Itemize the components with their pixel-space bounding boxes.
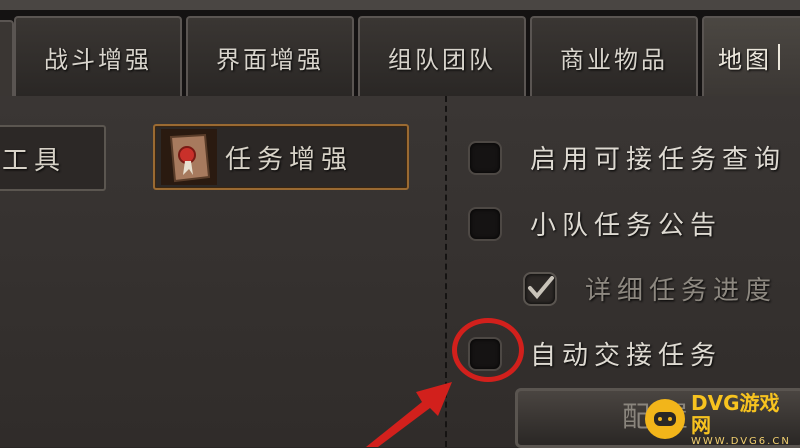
watermark-url: WWW.DVG6.CN (691, 435, 791, 447)
option-party-announce[interactable]: 小队任务公告 (468, 205, 722, 242)
checkmark-icon (528, 275, 554, 299)
detailed-progress-label: 详细任务进度 (585, 276, 778, 306)
quest-query-checkbox[interactable] (468, 140, 502, 175)
quest-scroll-icon (161, 129, 217, 185)
option-detailed-progress[interactable]: 详细任务进度 (523, 270, 777, 307)
red-arrow-icon (366, 382, 452, 447)
tab-party-raid[interactable]: 组队团队 (358, 16, 526, 96)
tab-map[interactable]: 地图 (702, 16, 800, 96)
category-tools-button[interactable]: 工具 (0, 125, 106, 191)
tab-map-label: 地图 (718, 45, 772, 74)
quest-query-label: 启用可接任务查询 (530, 145, 787, 175)
tab-label-cutoff (778, 44, 794, 70)
gamepad-logo-icon (645, 399, 685, 439)
auto-quest-label: 自动交接任务 (530, 341, 723, 371)
category-quest-button[interactable]: 任务增强 (153, 124, 409, 190)
site-watermark: DVG游戏网 WWW.DVG6.CN (645, 392, 795, 447)
category-quest-label: 任务增强 (225, 144, 354, 175)
highlight-ring (452, 318, 524, 382)
option-quest-query[interactable]: 启用可接任务查询 (468, 139, 786, 176)
tab-left-edge (0, 20, 14, 100)
party-announce-label: 小队任务公告 (530, 211, 723, 241)
tab-bar: 战斗增强 界面增强 组队团队 商业物品 地图 (0, 10, 800, 100)
tab-interface[interactable]: 界面增强 (186, 16, 354, 96)
tab-combat[interactable]: 战斗增强 (14, 16, 182, 96)
party-announce-checkbox[interactable] (468, 206, 502, 241)
detailed-progress-checkbox[interactable] (523, 271, 557, 306)
tab-trade-items[interactable]: 商业物品 (530, 16, 698, 96)
category-tools-label: 工具 (2, 145, 67, 176)
watermark-title: DVG游戏网 (691, 390, 780, 437)
